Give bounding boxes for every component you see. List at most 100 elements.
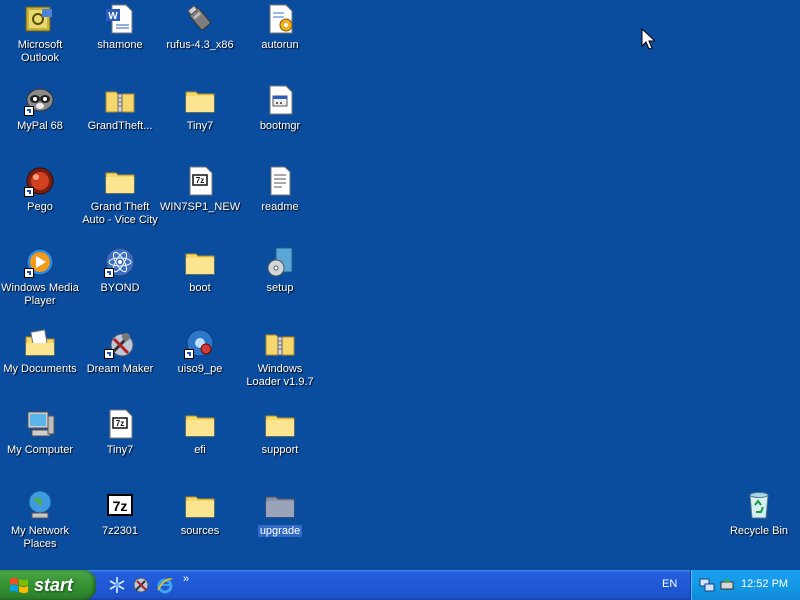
icon-label: Grand Theft Auto - Vice City (82, 201, 158, 226)
text-file-icon (264, 165, 296, 197)
desktop-icon-my-computer[interactable]: My Computer (0, 405, 80, 479)
svg-text:7z: 7z (196, 176, 204, 185)
outlook-icon (24, 3, 56, 35)
desktop-icon-sources[interactable]: sources (160, 486, 240, 560)
icon-label: boot (189, 282, 211, 294)
icon-label: Dream Maker (86, 363, 154, 375)
icon-label: uiso9_pe (177, 363, 223, 375)
dream-maker-icon[interactable] (132, 576, 150, 594)
quick-launch-bar (104, 570, 194, 600)
system-tray: 12:52 PM (690, 570, 800, 600)
svg-text:7z: 7z (113, 498, 128, 514)
desktop-icon-my-network-places[interactable]: My Network Places (0, 486, 80, 560)
config-file-icon (264, 3, 296, 35)
desktop-icon-mypal[interactable]: MyPal 68 (0, 81, 80, 155)
folder-icon (264, 489, 296, 521)
desktop-icon-pego[interactable]: Pego (0, 162, 80, 236)
shortcut-arrow-icon (24, 187, 34, 197)
icon-label: Microsoft Outlook (17, 39, 63, 64)
icon-label: Pego (27, 201, 53, 213)
icon-label: My Computer (6, 444, 74, 456)
shortcut-arrow-icon (104, 268, 114, 278)
desktop-icon-dream-maker[interactable]: Dream Maker (80, 324, 160, 398)
ultraiso-icon (184, 327, 216, 359)
taskbar: start » EN 12:52 PM (0, 570, 800, 600)
7z-archive-icon: 7z (184, 165, 216, 197)
7zip-icon: 7z (104, 489, 136, 521)
folder-icon (184, 84, 216, 116)
quick-launch-chevron[interactable]: » (183, 573, 189, 585)
desktop-icon-grandtheft[interactable]: GrandTheft... (80, 81, 160, 155)
desktop-icon-recycle-bin[interactable]: Recycle Bin (719, 486, 799, 560)
icon-label: WIN7SP1_NEW (160, 201, 241, 213)
desktop-icon-microsoft-outlook[interactable]: Microsoft Outlook (0, 0, 80, 74)
icon-label: Recycle Bin (729, 525, 789, 537)
my-documents-icon (24, 327, 56, 359)
folder-icon (264, 408, 296, 440)
system-file-icon (264, 84, 296, 116)
svg-text:W: W (108, 11, 118, 22)
desktop-icon-support[interactable]: support (240, 405, 320, 479)
desktop-icon-readme[interactable]: readme (240, 162, 320, 236)
start-button[interactable]: start (0, 570, 96, 600)
desktop-icon-setup[interactable]: setup (240, 243, 320, 317)
installer-icon (264, 246, 296, 278)
recycle-bin-icon (743, 489, 775, 521)
desktop-icon-rufus[interactable]: rufus-4.3_x86 (160, 0, 240, 74)
folder-icon (104, 165, 136, 197)
network-globe-icon (24, 489, 56, 521)
folder-icon (184, 489, 216, 521)
clock[interactable]: 12:52 PM (741, 578, 788, 590)
icon-label: MyPal 68 (17, 120, 63, 132)
desktop-icon-tiny7-folder[interactable]: Tiny7 (160, 81, 240, 155)
desktop-icon-win7sp1-new[interactable]: 7z WIN7SP1_NEW (160, 162, 240, 236)
zip-folder-icon (264, 327, 296, 359)
network-connection-icon[interactable] (699, 577, 715, 593)
icon-label: autorun (261, 39, 299, 51)
desktop-icon-efi[interactable]: efi (160, 405, 240, 479)
zip-folder-icon (104, 84, 136, 116)
desktop-icon-windows-media-player[interactable]: Windows Media Player (0, 243, 80, 317)
icon-label: BYOND (100, 282, 140, 294)
desktop-icon-gta-vice-city[interactable]: Grand Theft Auto - Vice City (80, 162, 160, 236)
icon-label: Tiny7 (186, 120, 214, 132)
internet-explorer-icon[interactable] (156, 576, 174, 594)
icon-label: shamone (97, 39, 143, 51)
red-ball-app-icon (24, 165, 56, 197)
desktop-icon-autorun[interactable]: autorun (240, 0, 320, 74)
word-document-icon: W (104, 3, 136, 35)
media-player-icon (24, 246, 56, 278)
7z-archive-icon: 7z (104, 408, 136, 440)
desktop-icon-upgrade[interactable]: upgrade (240, 486, 320, 560)
desktop-icon-boot[interactable]: boot (160, 243, 240, 317)
desktop-icon-shamone[interactable]: W shamone (80, 0, 160, 74)
icon-label: 7z2301 (101, 525, 139, 537)
desktop[interactable]: Microsoft Outlook W shamone rufus-4.3_x8… (0, 0, 800, 570)
icon-label: sources (180, 525, 220, 537)
icon-label: My Network Places (10, 525, 70, 550)
language-indicator[interactable]: EN (662, 578, 677, 590)
snowflake-icon[interactable] (108, 576, 126, 594)
folder-icon (184, 408, 216, 440)
desktop-icon-tiny7-archive[interactable]: 7z Tiny7 (80, 405, 160, 479)
shortcut-arrow-icon (24, 268, 34, 278)
icon-label: support (261, 444, 299, 456)
desktop-icon-my-documents[interactable]: My Documents (0, 324, 80, 398)
icon-label: upgrade (257, 525, 303, 537)
desktop-icon-uiso9-pe[interactable]: uiso9_pe (160, 324, 240, 398)
desktop-icon-bootmgr[interactable]: bootmgr (240, 81, 320, 155)
shortcut-arrow-icon (184, 349, 194, 359)
icon-label: GrandTheft... (87, 120, 153, 132)
atom-icon (104, 246, 136, 278)
folder-icon (184, 246, 216, 278)
desktop-icon-byond[interactable]: BYOND (80, 243, 160, 317)
icon-label: setup (266, 282, 294, 294)
desktop-icon-7z2301[interactable]: 7z 7z2301 (80, 486, 160, 560)
computer-icon (24, 408, 56, 440)
desktop-icon-windows-loader[interactable]: Windows Loader v1.9.7 (240, 324, 320, 398)
safely-remove-hardware-icon[interactable] (719, 577, 735, 593)
shortcut-arrow-icon (104, 349, 114, 359)
windows-flag-icon (9, 576, 29, 594)
tools-icon (104, 327, 136, 359)
icon-label: efi (194, 444, 206, 456)
